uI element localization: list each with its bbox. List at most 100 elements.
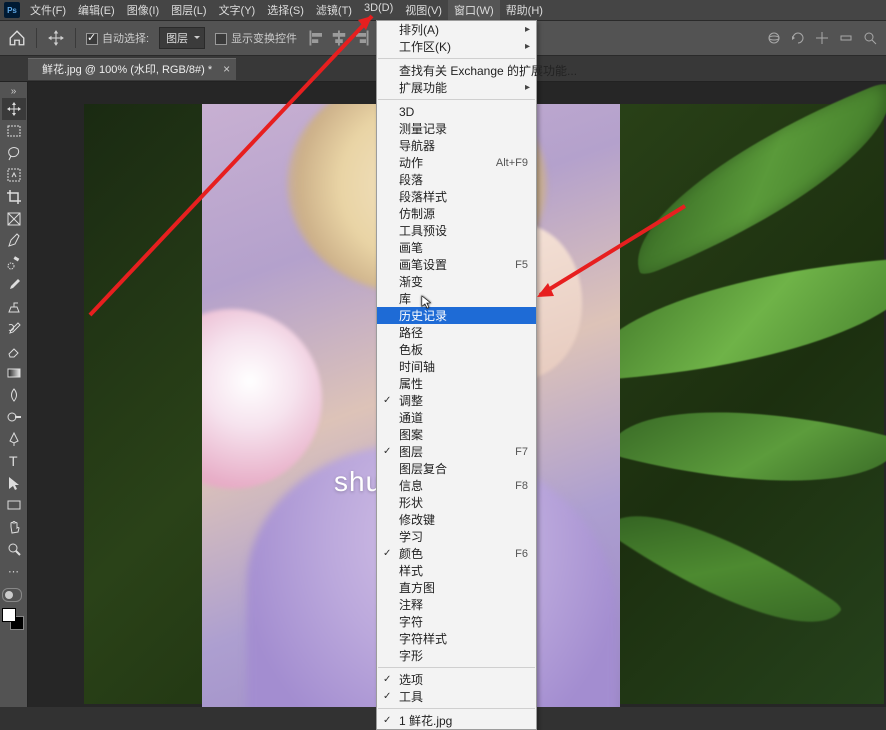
menu-item[interactable]: 图案 [377, 426, 536, 443]
menu-item[interactable]: 路径 [377, 324, 536, 341]
menu-item[interactable]: 渐变 [377, 273, 536, 290]
menu-item[interactable]: 段落 [377, 171, 536, 188]
crop-tool[interactable] [2, 186, 26, 208]
menu-视图[interactable]: 视图(V) [399, 0, 448, 20]
menu-item[interactable]: 学习 [377, 528, 536, 545]
menu-item[interactable]: 扩展功能 [377, 79, 536, 96]
menu-item[interactable]: 工作区(K) [377, 38, 536, 55]
menu-item[interactable]: 注释 [377, 596, 536, 613]
check-icon: ✓ [383, 715, 391, 726]
hand-tool[interactable] [2, 516, 26, 538]
menu-item-label: 信息 [399, 477, 423, 494]
align-right-icon[interactable] [351, 28, 371, 48]
show-transform-checkbox[interactable]: 显示变换控件 [215, 30, 297, 46]
menu-滤镜[interactable]: 滤镜(T) [310, 0, 358, 20]
menu-item[interactable]: 字符 [377, 613, 536, 630]
zoom-3d-icon[interactable] [862, 30, 878, 46]
rectangle-tool[interactable] [2, 494, 26, 516]
menu-文字[interactable]: 文字(Y) [213, 0, 262, 20]
dodge-tool[interactable] [2, 406, 26, 428]
align-left-icon[interactable] [307, 28, 327, 48]
menu-item[interactable]: 动作Alt+F9 [377, 154, 536, 171]
lasso-tool[interactable] [2, 142, 26, 164]
menu-item[interactable]: 画笔设置F5 [377, 256, 536, 273]
pan-icon[interactable] [814, 30, 830, 46]
foreground-color-swatch[interactable] [2, 608, 16, 622]
menu-item-label: 段落 [399, 171, 423, 188]
menu-item[interactable]: 色板 [377, 341, 536, 358]
menu-item[interactable]: 画笔 [377, 239, 536, 256]
menu-帮助[interactable]: 帮助(H) [500, 0, 549, 20]
menu-item[interactable]: 仿制源 [377, 205, 536, 222]
check-icon: ✓ [383, 395, 391, 406]
clone-stamp-tool[interactable] [2, 296, 26, 318]
close-icon[interactable]: × [223, 62, 230, 76]
align-center-h-icon[interactable] [329, 28, 349, 48]
object-selection-tool[interactable] [2, 164, 26, 186]
menu-文件[interactable]: 文件(F) [24, 0, 72, 20]
history-brush-tool[interactable] [2, 318, 26, 340]
menu-item[interactable]: 查找有关 Exchange 的扩展功能... [377, 62, 536, 79]
menu-编辑[interactable]: 编辑(E) [72, 0, 121, 20]
eyedropper-tool[interactable] [2, 230, 26, 252]
rectangular-marquee-tool[interactable] [2, 120, 26, 142]
canvas-content [608, 371, 886, 521]
menu-item[interactable]: 排列(A) [377, 21, 536, 38]
menu-item[interactable]: 历史记录 [377, 307, 536, 324]
menu-item[interactable]: 3D [377, 103, 536, 120]
menu-item[interactable]: 段落样式 [377, 188, 536, 205]
quick-mask-toggle[interactable] [2, 588, 22, 602]
menu-图层[interactable]: 图层(L) [165, 0, 212, 20]
toolbox-expand-icon[interactable]: » [11, 86, 17, 97]
edit-toolbar-icon[interactable]: ⋯ [2, 560, 26, 582]
menu-item[interactable]: 信息F8 [377, 477, 536, 494]
menu-item[interactable]: 导航器 [377, 137, 536, 154]
pen-tool[interactable] [2, 428, 26, 450]
cursor-icon [421, 295, 435, 314]
menu-item[interactable]: ✓选项 [377, 671, 536, 688]
check-icon: ✓ [383, 691, 391, 702]
menu-图像[interactable]: 图像(I) [121, 0, 165, 20]
menu-item[interactable]: ✓工具 [377, 688, 536, 705]
color-swatches[interactable] [2, 608, 24, 630]
menu-item[interactable]: 通道 [377, 409, 536, 426]
auto-select-checkbox[interactable]: 自动选择: [86, 30, 149, 46]
menu-item[interactable]: 属性 [377, 375, 536, 392]
menu-item[interactable]: 字符样式 [377, 630, 536, 647]
spot-healing-brush-tool[interactable] [2, 252, 26, 274]
eraser-tool[interactable] [2, 340, 26, 362]
menu-item-label: 直方图 [399, 579, 435, 596]
menu-3d[interactable]: 3D(D) [358, 0, 399, 20]
menu-item[interactable]: 时间轴 [377, 358, 536, 375]
auto-select-dropdown[interactable]: 图层 [159, 27, 205, 49]
zoom-tool[interactable] [2, 538, 26, 560]
document-tab[interactable]: 鲜花.jpg @ 100% (水印, RGB/8#) * × [28, 58, 236, 80]
home-icon[interactable] [8, 29, 26, 47]
gradient-tool[interactable] [2, 362, 26, 384]
menu-item[interactable]: ✓颜色F6 [377, 545, 536, 562]
menu-item[interactable]: 直方图 [377, 579, 536, 596]
menu-item[interactable]: 修改键 [377, 511, 536, 528]
menu-窗口[interactable]: 窗口(W) [448, 0, 500, 20]
menu-item[interactable]: ✓图层F7 [377, 443, 536, 460]
brush-tool[interactable] [2, 274, 26, 296]
menu-item[interactable]: ✓1 鲜花.jpg [377, 712, 536, 729]
slide-icon[interactable] [838, 30, 854, 46]
type-tool[interactable]: T [2, 450, 26, 472]
blur-tool[interactable] [2, 384, 26, 406]
move-tool[interactable] [2, 98, 26, 120]
path-selection-tool[interactable] [2, 472, 26, 494]
menu-item[interactable]: 形状 [377, 494, 536, 511]
menu-item[interactable]: ✓调整 [377, 392, 536, 409]
menu-item-label: 工具预设 [399, 222, 447, 239]
orbit-icon[interactable] [766, 30, 782, 46]
frame-tool[interactable] [2, 208, 26, 230]
menu-item[interactable]: 样式 [377, 562, 536, 579]
menu-item[interactable]: 字形 [377, 647, 536, 664]
menu-item[interactable]: 库 [377, 290, 536, 307]
roll-icon[interactable] [790, 30, 806, 46]
menu-item[interactable]: 图层复合 [377, 460, 536, 477]
menu-item[interactable]: 测量记录 [377, 120, 536, 137]
menu-选择[interactable]: 选择(S) [261, 0, 310, 20]
menu-item[interactable]: 工具预设 [377, 222, 536, 239]
